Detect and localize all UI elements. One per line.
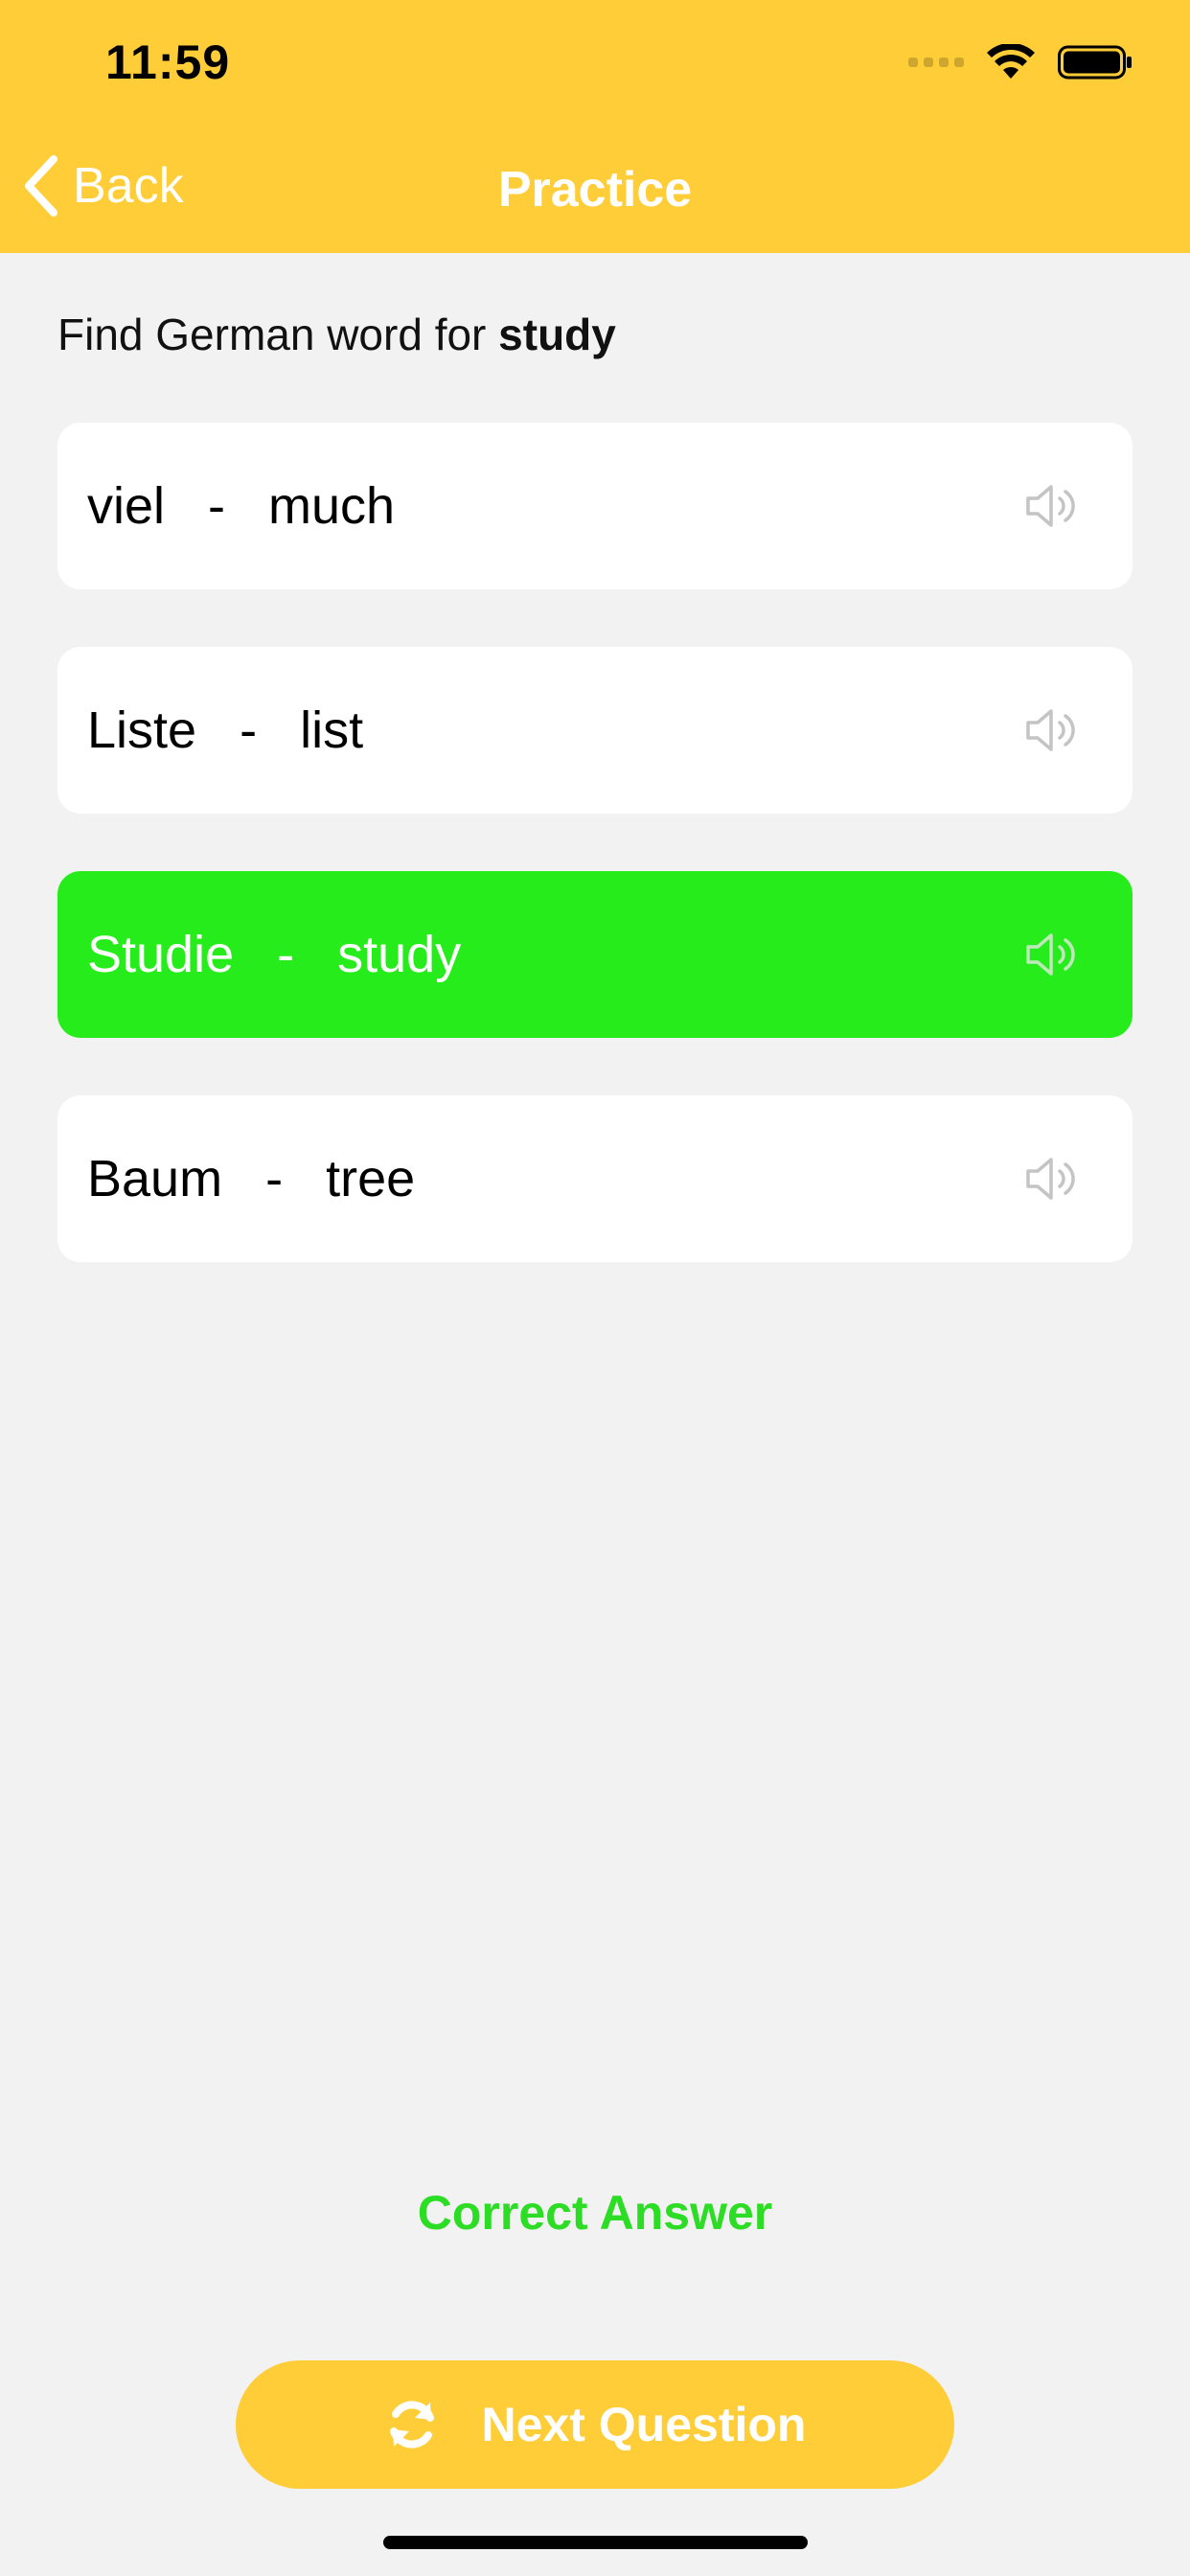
- option-english: much: [268, 477, 396, 535]
- answer-option-3-correct[interactable]: Studie - study: [57, 871, 1133, 1038]
- option-separator: -: [265, 1150, 284, 1208]
- wifi-icon: [987, 44, 1035, 79]
- next-question-label: Next Question: [481, 2398, 807, 2451]
- cellular-signal-icon: [908, 58, 964, 67]
- option-text: Liste - list: [87, 647, 363, 814]
- option-english: study: [337, 926, 462, 983]
- question-prefix: Find German word for: [57, 310, 499, 359]
- page-title: Practice: [497, 162, 693, 218]
- question-prompt: Find German word for study: [57, 309, 616, 360]
- status-icons: [908, 44, 1133, 80]
- speaker-icon[interactable]: [1025, 482, 1079, 530]
- speaker-icon[interactable]: [1025, 706, 1079, 754]
- answer-option-1[interactable]: viel - much: [57, 423, 1133, 589]
- next-question-button[interactable]: Next Question: [236, 2360, 954, 2489]
- answer-option-4[interactable]: Baum - tree: [57, 1095, 1133, 1262]
- top-bar: 11:59 Back Practice: [0, 0, 1190, 253]
- option-text: Studie - study: [87, 871, 461, 1038]
- option-german: viel: [87, 477, 166, 535]
- option-separator: -: [208, 477, 226, 535]
- option-separator: -: [277, 926, 295, 983]
- option-english: tree: [326, 1150, 416, 1208]
- option-english: list: [300, 702, 364, 759]
- option-text: viel - much: [87, 423, 395, 589]
- question-target-word: study: [498, 310, 616, 359]
- option-german: Baum: [87, 1150, 223, 1208]
- option-separator: -: [240, 702, 258, 759]
- status-time: 11:59: [105, 35, 231, 89]
- result-message: Correct Answer: [417, 2186, 773, 2240]
- speaker-icon[interactable]: [1025, 931, 1079, 978]
- option-german: Studie: [87, 926, 235, 983]
- answer-option-2[interactable]: Liste - list: [57, 647, 1133, 814]
- home-indicator[interactable]: [383, 2536, 808, 2549]
- option-german: Liste: [87, 702, 197, 759]
- option-text: Baum - tree: [87, 1095, 415, 1262]
- battery-icon: [1058, 45, 1132, 80]
- practice-screen: 11:59 Back Practice Find German word for…: [0, 0, 1190, 2576]
- refresh-icon: [389, 2401, 434, 2449]
- speaker-icon[interactable]: [1025, 1155, 1079, 1203]
